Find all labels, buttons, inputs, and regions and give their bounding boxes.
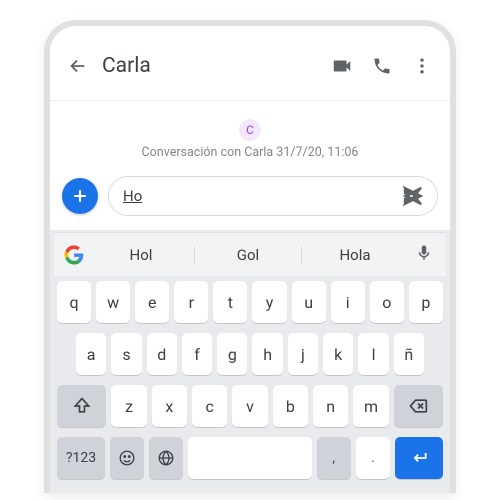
key-r[interactable]: r [174,281,208,323]
shift-icon [72,396,92,416]
key-period[interactable]: . [356,437,390,479]
emoji-icon [118,449,136,467]
key-row-3: z x c v b n m [54,380,446,432]
google-logo-icon[interactable] [60,241,88,269]
video-call-button[interactable] [322,46,362,86]
phone-icon [372,56,392,76]
keyboard: Hol Gol Hola q w e r t y u i o p a s d f… [50,230,450,493]
conversation-area: C Conversación con Carla 31/7/20, 11:06 [50,101,450,166]
key-s[interactable]: s [111,333,141,375]
key-row-1: q w e r t y u i o p [54,276,446,328]
suggestion-2[interactable]: Gol [194,246,301,264]
send-icon [402,185,424,207]
key-m[interactable]: m [353,385,388,427]
phone-frame: Carla C Conversación con Carla 31/7/20, … [44,20,456,493]
key-language[interactable] [149,437,183,479]
add-attachment-button[interactable] [62,178,98,214]
key-p[interactable]: p [409,281,443,323]
key-d[interactable]: d [147,333,177,375]
mic-button[interactable] [408,244,440,266]
send-button[interactable] [397,180,429,212]
key-a[interactable]: a [76,333,106,375]
key-comma[interactable]: , [317,437,351,479]
key-row-2: a s d f g h j k l ñ [54,328,446,380]
key-c[interactable]: c [192,385,227,427]
video-icon [331,55,353,77]
key-j[interactable]: j [288,333,318,375]
key-k[interactable]: k [323,333,353,375]
key-row-4: ?123 , . [54,432,446,489]
chat-title: Carla [102,54,151,78]
key-v[interactable]: v [232,385,267,427]
suggestion-3[interactable]: Hola [301,246,408,264]
suggestion-1[interactable]: Hol [88,246,194,264]
key-z[interactable]: z [111,385,146,427]
plus-icon [70,186,90,206]
message-input[interactable] [123,187,397,205]
voice-call-button[interactable] [362,46,402,86]
key-o[interactable]: o [370,281,404,323]
key-t[interactable]: t [213,281,247,323]
key-g[interactable]: g [217,333,247,375]
more-options-button[interactable] [402,46,442,86]
backspace-icon [408,396,428,416]
more-vert-icon [412,56,432,76]
key-e[interactable]: e [135,281,169,323]
key-b[interactable]: b [273,385,308,427]
key-f[interactable]: f [182,333,212,375]
contact-avatar: C [239,119,261,141]
key-symbols[interactable]: ?123 [57,437,105,479]
key-l[interactable]: l [358,333,388,375]
globe-icon [157,449,175,467]
key-space[interactable] [188,437,311,479]
message-composer [108,176,438,216]
key-w[interactable]: w [96,281,130,323]
suggestion-bar: Hol Gol Hola [54,232,446,276]
key-h[interactable]: h [252,333,282,375]
key-backspace[interactable] [394,385,443,427]
key-i[interactable]: i [331,281,365,323]
key-shift[interactable] [57,385,106,427]
app-bar: Carla [50,36,450,101]
key-n[interactable]: n [313,385,348,427]
key-x[interactable]: x [152,385,187,427]
key-emoji[interactable] [110,437,144,479]
key-y[interactable]: y [252,281,286,323]
composer-row [50,166,450,230]
enter-icon [409,448,429,468]
key-enter[interactable] [395,437,443,479]
key-q[interactable]: q [57,281,91,323]
back-button[interactable] [58,46,98,86]
conversation-info-text: Conversación con Carla 31/7/20, 11:06 [50,145,450,160]
mic-icon [415,244,433,262]
key-enye[interactable]: ñ [394,333,424,375]
arrow-back-icon [67,55,89,77]
status-bar [50,26,450,36]
key-u[interactable]: u [292,281,326,323]
